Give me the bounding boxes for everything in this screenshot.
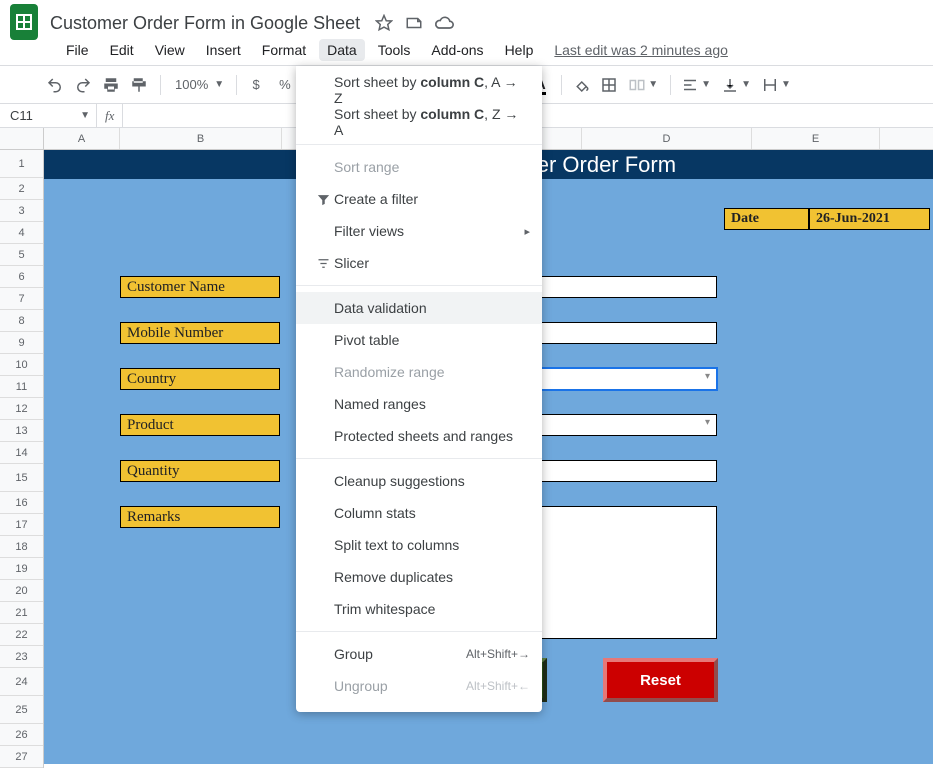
move-icon[interactable] [404, 13, 424, 33]
menu-format[interactable]: Format [254, 39, 314, 61]
menu-column-stats[interactable]: Column stats [296, 497, 542, 529]
format-currency[interactable]: $ [243, 72, 269, 98]
row-header[interactable]: 27 [0, 746, 43, 768]
row-header[interactable]: 15 [0, 464, 43, 492]
row-header[interactable]: 22 [0, 624, 43, 646]
menu-data[interactable]: Data [319, 39, 365, 61]
row-header[interactable]: 20 [0, 580, 43, 602]
data-menu-dropdown: Sort sheet by column C, A → Z Sort sheet… [296, 66, 542, 712]
text-wrap-icon[interactable]: ▼ [757, 72, 795, 98]
label-customer-name[interactable]: Customer Name [120, 276, 280, 298]
row-header[interactable]: 4 [0, 222, 43, 244]
fx-label: fx [97, 108, 122, 124]
row-header[interactable]: 25 [0, 696, 43, 724]
menu-remove-duplicates[interactable]: Remove duplicates [296, 561, 542, 593]
row-header[interactable]: 10 [0, 354, 43, 376]
menu-edit[interactable]: Edit [102, 39, 142, 61]
menu-split-text[interactable]: Split text to columns [296, 529, 542, 561]
menu-view[interactable]: View [147, 39, 193, 61]
col-header-b[interactable]: B [120, 128, 282, 149]
menu-pivot-table[interactable]: Pivot table [296, 324, 542, 356]
sheets-logo[interactable] [10, 4, 38, 40]
row-header[interactable]: 24 [0, 668, 43, 696]
menu-named-ranges[interactable]: Named ranges [296, 388, 542, 420]
menu-sort-za[interactable]: Sort sheet by column C, Z → A [296, 106, 542, 138]
document-title[interactable]: Customer Order Form in Google Sheet [50, 13, 360, 34]
row-header[interactable]: 6 [0, 266, 43, 288]
zoom-select[interactable]: 100%▼ [167, 72, 228, 98]
menu-addons[interactable]: Add-ons [423, 39, 491, 61]
menu-slicer[interactable]: Slicer [296, 247, 542, 279]
row-header[interactable]: 17 [0, 514, 43, 536]
col-header-a[interactable]: A [44, 128, 120, 149]
row-header[interactable]: 8 [0, 310, 43, 332]
label-remarks[interactable]: Remarks [120, 506, 280, 528]
row-header[interactable]: 23 [0, 646, 43, 668]
menu-file[interactable]: File [58, 39, 97, 61]
select-all-corner[interactable] [0, 128, 44, 149]
col-header-e[interactable]: E [752, 128, 880, 149]
date-value-cell[interactable]: 26-Jun-2021 [809, 208, 930, 230]
borders-icon[interactable] [596, 72, 622, 98]
menu-bar: File Edit View Insert Format Data Tools … [0, 38, 933, 66]
menu-protected-sheets[interactable]: Protected sheets and ranges [296, 420, 542, 452]
format-percent[interactable]: % [271, 72, 299, 98]
menu-sort-range: Sort range [296, 151, 542, 183]
title-bar: Customer Order Form in Google Sheet [0, 0, 933, 38]
menu-filter-views[interactable]: Filter views▸ [296, 215, 542, 247]
row-header[interactable]: 18 [0, 536, 43, 558]
v-align-icon[interactable]: ▼ [717, 72, 755, 98]
redo-icon[interactable] [70, 72, 96, 98]
fill-color-icon[interactable] [568, 72, 594, 98]
date-label-cell[interactable]: Date [724, 208, 809, 230]
row-header[interactable]: 19 [0, 558, 43, 580]
row-header[interactable]: 11 [0, 376, 43, 398]
menu-sort-az[interactable]: Sort sheet by column C, A → Z [296, 74, 542, 106]
label-product[interactable]: Product [120, 414, 280, 436]
undo-icon[interactable] [42, 72, 68, 98]
label-quantity[interactable]: Quantity [120, 460, 280, 482]
row-header[interactable]: 16 [0, 492, 43, 514]
row-header[interactable]: 26 [0, 724, 43, 746]
merge-cells-icon[interactable]: ▼ [624, 72, 662, 98]
col-header-d[interactable]: D [582, 128, 752, 149]
menu-insert[interactable]: Insert [198, 39, 249, 61]
menu-ungroup: UngroupAlt+Shift+← [296, 670, 542, 702]
row-header[interactable]: 9 [0, 332, 43, 354]
menu-randomize-range: Randomize range [296, 356, 542, 388]
star-icon[interactable] [374, 13, 394, 33]
print-icon[interactable] [98, 72, 124, 98]
cloud-status-icon[interactable] [434, 13, 454, 33]
paint-format-icon[interactable] [126, 72, 152, 98]
row-header[interactable]: 2 [0, 178, 43, 200]
menu-cleanup-suggestions[interactable]: Cleanup suggestions [296, 465, 542, 497]
menu-group[interactable]: GroupAlt+Shift+→ [296, 638, 542, 670]
row-header[interactable]: 12 [0, 398, 43, 420]
row-header[interactable]: 5 [0, 244, 43, 266]
row-header[interactable]: 21 [0, 602, 43, 624]
row-header[interactable]: 3 [0, 200, 43, 222]
menu-trim-whitespace[interactable]: Trim whitespace [296, 593, 542, 625]
menu-create-filter[interactable]: Create a filter [296, 183, 542, 215]
row-headers: 1 2 3 4 5 6 7 8 9 10 11 12 13 14 15 16 1… [0, 150, 44, 768]
slicer-icon [312, 256, 334, 271]
menu-data-validation[interactable]: Data validation [296, 292, 542, 324]
filter-icon [312, 192, 334, 207]
row-header[interactable]: 1 [0, 150, 43, 178]
reset-button[interactable]: Reset [603, 658, 718, 702]
menu-help[interactable]: Help [497, 39, 542, 61]
row-header[interactable]: 14 [0, 442, 43, 464]
name-box[interactable]: C11▼ [0, 108, 96, 123]
label-country[interactable]: Country [120, 368, 280, 390]
label-mobile-number[interactable]: Mobile Number [120, 322, 280, 344]
row-header[interactable]: 13 [0, 420, 43, 442]
menu-tools[interactable]: Tools [370, 39, 419, 61]
last-edit-link[interactable]: Last edit was 2 minutes ago [554, 42, 728, 58]
row-header[interactable]: 7 [0, 288, 43, 310]
h-align-icon[interactable]: ▼ [677, 72, 715, 98]
